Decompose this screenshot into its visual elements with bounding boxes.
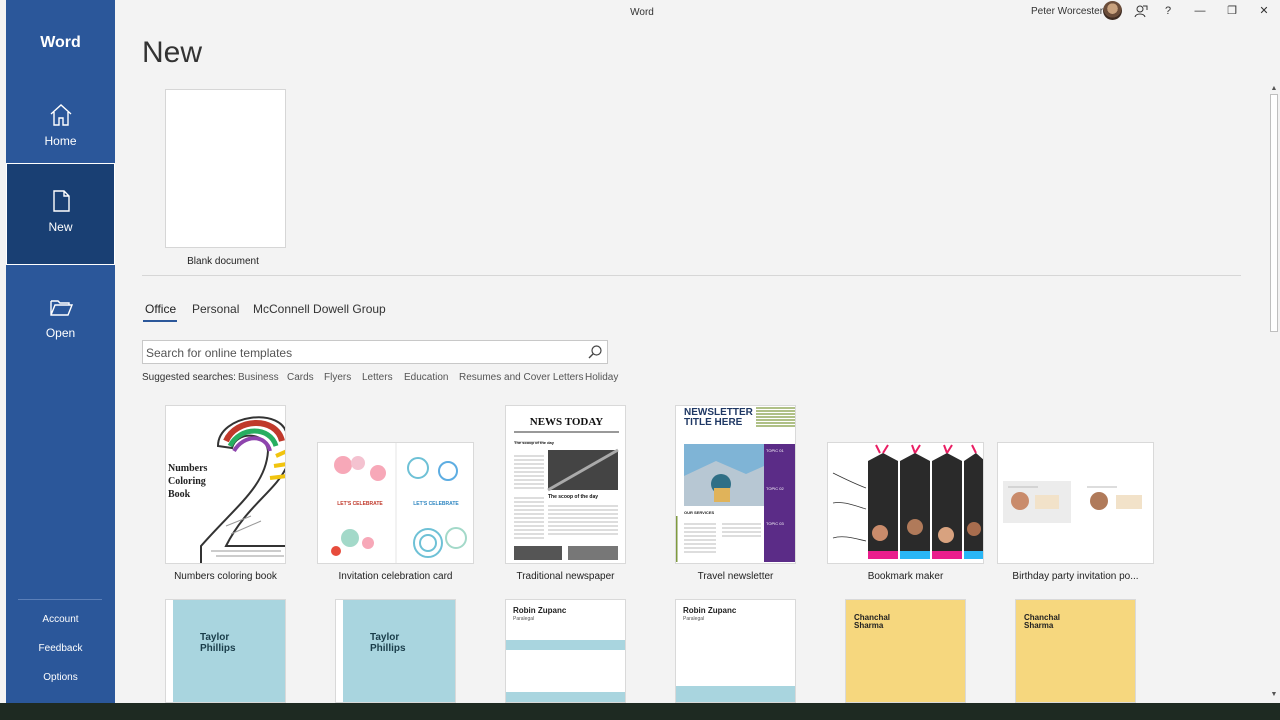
thumb-text: Robin Zupanc [683,606,737,615]
thumb-text: Sharma [854,621,884,630]
home-icon [50,104,71,126]
thumb-text: Phillips [200,643,236,654]
template-label[interactable]: Birthday party invitation po... [997,571,1154,582]
search-input[interactable] [146,344,586,362]
folder-icon [49,300,73,316]
app-name: Word [40,34,81,51]
template-resume-chanchal-sharma-2[interactable]: Chanchal Sharma [1015,599,1136,703]
thumb-text: TITLE HERE [684,417,743,428]
thumb-text: The scoop of the day [548,494,599,500]
taskbar [0,703,1280,720]
thumb-text: Robin Zupanc [513,606,567,615]
thumb-text: TOPIC 03 [766,521,784,526]
suggested-resumes[interactable]: Resumes and Cover Letters [459,372,584,383]
thumb-text: Numbers [168,463,208,474]
thumb-text: Book [168,489,191,500]
thumb-text: LET'S CELEBRATE [413,501,459,507]
thumb-text: OUR SERVICES [684,510,715,515]
sidebar-divider [18,599,102,600]
thumb-text: TOPIC 01 [766,448,784,453]
template-travel-newsletter[interactable]: NEWSLETTER TITLE HERE TOPIC 01 TOPIC 02 … [675,405,796,564]
thumb-text: Sharma [1024,621,1054,630]
bookmark-art [832,444,983,559]
thumb-text: Taylor [200,632,230,643]
template-resume-taylor-phillips-2[interactable]: Taylor Phillips [335,599,456,703]
scroll-up-icon[interactable]: ▲ [1268,84,1280,94]
suggested-flyers[interactable]: Flyers [324,372,351,383]
template-resume-chanchal-sharma[interactable]: Chanchal Sharma [845,599,966,703]
scrollbar-thumb[interactable] [1270,94,1278,332]
blank-document-thumbnail[interactable] [165,89,286,248]
template-label[interactable]: Bookmark maker [827,571,984,582]
thumb-text: The scoop of the day [514,440,555,445]
template-invitation-celebration-card[interactable]: LET'S CELEBRATE LET'S CELEBRATE [317,442,474,564]
suggested-holiday[interactable]: Holiday [585,372,618,383]
tab-office-underline [143,320,177,322]
backstage-sidebar: Word Home New Open Account Feedback Opti… [6,0,115,703]
thumb-text: TOPIC 02 [766,486,784,491]
suggested-education[interactable]: Education [404,372,448,383]
template-resume-taylor-phillips[interactable]: Taylor Phillips [165,599,286,703]
template-birthday-invitation[interactable] [997,442,1154,564]
template-traditional-newspaper[interactable]: NEWS TODAY The scoop of the day The scoo… [505,405,626,564]
sidebar-item-open[interactable]: Open [6,270,115,370]
suggested-searches-label: Suggested searches: [142,372,236,383]
template-bookmark-maker[interactable] [827,442,984,564]
avatar[interactable] [1103,1,1122,20]
template-label[interactable]: Numbers coloring book [165,571,286,582]
coauthor-icon[interactable] [1133,4,1149,18]
sidebar-item-label: Home [44,134,77,148]
user-name[interactable]: Peter Worcester [1031,6,1103,17]
sidebar-item-label: Open [45,326,76,340]
sidebar-item-new[interactable]: New [6,163,115,265]
template-resume-robin-zupanc-2[interactable]: Robin Zupanc Paralegal [675,599,796,703]
vertical-scrollbar[interactable]: ▲ ▼ [1268,84,1280,704]
section-divider [142,275,1241,276]
thumb-text: Paralegal [683,616,705,622]
thumb-text: Taylor [370,632,400,643]
birthday-art [1003,481,1150,523]
thumb-text: LET'S CELEBRATE [337,501,383,507]
template-label[interactable]: Traditional newspaper [505,571,626,582]
template-search [142,340,608,364]
new-document-icon [52,190,70,212]
tab-mcconnell-dowell-group[interactable]: McConnell Dowell Group [253,302,386,316]
sidebar-item-label: New [48,220,73,234]
template-resume-robin-zupanc[interactable]: Robin Zupanc Paralegal [505,599,626,703]
window-title: Word [630,7,654,18]
blank-document-label[interactable]: Blank document [165,256,281,267]
tab-personal[interactable]: Personal [192,302,239,316]
close-icon[interactable]: ✕ [1256,4,1272,18]
help-icon[interactable]: ? [1160,4,1176,18]
people-icon [1134,5,1148,18]
tab-office[interactable]: Office [145,302,176,316]
suggested-cards[interactable]: Cards [287,372,314,383]
thumb-text: Paralegal [513,616,535,622]
sidebar-options-link[interactable]: Options [6,672,115,683]
sidebar-account-link[interactable]: Account [6,614,115,625]
sidebar-feedback-link[interactable]: Feedback [6,643,115,654]
restore-icon[interactable]: ❐ [1224,4,1240,18]
template-label[interactable]: Travel newsletter [675,571,796,582]
template-label[interactable]: Invitation celebration card [317,571,474,582]
scroll-down-icon[interactable]: ▼ [1268,690,1280,700]
newspaper-art [514,431,619,560]
suggested-business[interactable]: Business [238,372,279,383]
suggested-letters[interactable]: Letters [362,372,393,383]
newsletter-art [676,406,795,563]
page-title: New [142,36,203,69]
thumb-text: NEWS TODAY [529,416,604,428]
thumb-text: Phillips [370,643,406,654]
template-numbers-coloring-book[interactable]: Numbers Coloring Book [165,405,286,564]
minimize-icon[interactable]: — [1192,4,1208,18]
thumb-text: Coloring [168,476,206,487]
search-icon[interactable] [587,344,603,360]
